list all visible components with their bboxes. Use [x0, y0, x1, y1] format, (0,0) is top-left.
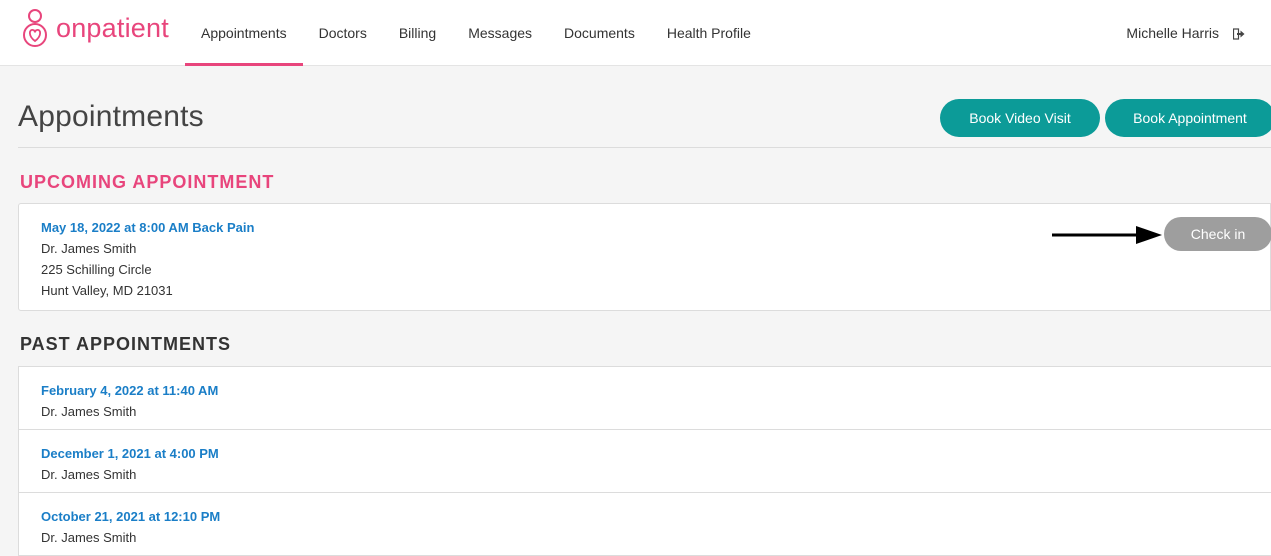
appointment-link[interactable]: May 18, 2022 at 8:00 AM Back Pain: [41, 217, 254, 238]
upcoming-appointment-card: May 18, 2022 at 8:00 AM Back Pain Dr. Ja…: [18, 203, 1271, 311]
book-video-visit-button[interactable]: Book Video Visit: [940, 99, 1100, 137]
doctor-name: Dr. James Smith: [41, 404, 137, 419]
doctor-name: Dr. James Smith: [41, 241, 137, 256]
divider: [18, 147, 1271, 148]
user-name[interactable]: Michelle Harris: [1126, 0, 1219, 66]
address-line-2: Hunt Valley, MD 21031: [41, 283, 173, 298]
logout-icon[interactable]: [1233, 28, 1245, 40]
top-navbar: onpatient Appointments Doctors Billing M…: [0, 0, 1271, 66]
list-item[interactable]: October 21, 2021 at 12:10 PM Dr. James S…: [19, 493, 1271, 556]
book-appointment-button[interactable]: Book Appointment: [1105, 99, 1271, 137]
past-appointments-list: February 4, 2022 at 11:40 AM Dr. James S…: [18, 366, 1271, 556]
doctor-name: Dr. James Smith: [41, 467, 137, 482]
nav-documents[interactable]: Documents: [548, 0, 651, 66]
nav-messages[interactable]: Messages: [452, 0, 548, 66]
arrow-right-icon: [1052, 226, 1162, 244]
brand-logo[interactable]: onpatient: [20, 8, 169, 48]
appointment-link[interactable]: February 4, 2022 at 11:40 AM: [41, 380, 218, 401]
list-item[interactable]: February 4, 2022 at 11:40 AM Dr. James S…: [19, 367, 1271, 430]
doctor-name: Dr. James Smith: [41, 530, 137, 545]
main-nav: Appointments Doctors Billing Messages Do…: [185, 0, 767, 66]
appointment-link[interactable]: December 1, 2021 at 4:00 PM: [41, 443, 219, 464]
upcoming-heading: UPCOMING APPOINTMENT: [20, 172, 275, 192]
nav-health-profile[interactable]: Health Profile: [651, 0, 767, 66]
nav-appointments[interactable]: Appointments: [185, 0, 303, 66]
page-title: Appointments: [18, 100, 204, 133]
nav-doctors[interactable]: Doctors: [303, 0, 383, 66]
past-heading: PAST APPOINTMENTS: [20, 334, 232, 354]
nav-billing[interactable]: Billing: [383, 0, 452, 66]
brand-name: onpatient: [56, 12, 169, 43]
appointment-link[interactable]: October 21, 2021 at 12:10 PM: [41, 506, 220, 527]
check-in-button[interactable]: Check in: [1164, 217, 1271, 251]
onpatient-heart-logo-icon: [23, 9, 47, 47]
list-item[interactable]: December 1, 2021 at 4:00 PM Dr. James Sm…: [19, 430, 1271, 493]
address-line-1: 225 Schilling Circle: [41, 262, 152, 277]
